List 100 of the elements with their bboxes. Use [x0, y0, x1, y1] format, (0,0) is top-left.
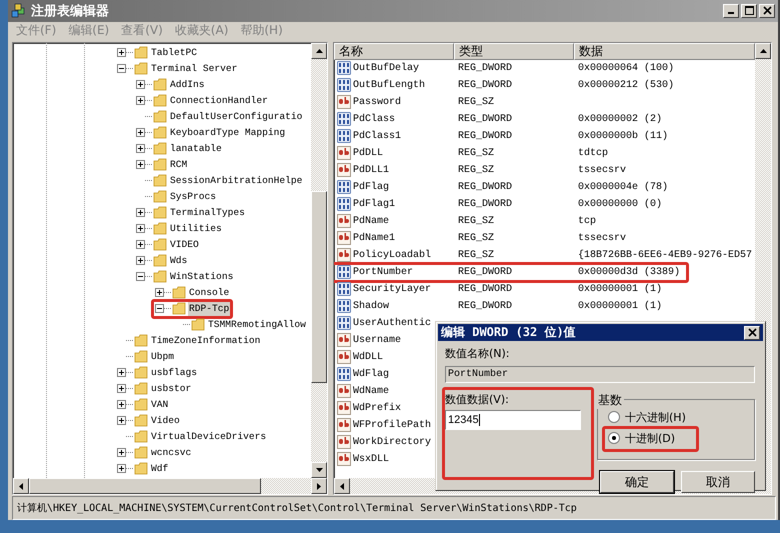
- tree-item[interactable]: SessionArbitrationHelpe: [169, 174, 304, 188]
- expand-icon[interactable]: [117, 448, 126, 458]
- expand-icon[interactable]: [136, 224, 145, 234]
- value-name[interactable]: Password: [353, 96, 402, 108]
- value-data: tssecsrv: [578, 232, 626, 244]
- tree-item[interactable]: Wdf: [150, 462, 170, 476]
- expand-icon[interactable]: [117, 416, 126, 426]
- value-type: REG_SZ: [458, 250, 494, 261]
- tree-item[interactable]: Terminal Server: [150, 62, 238, 76]
- tree-item[interactable]: WinStations: [169, 270, 234, 284]
- radio-option[interactable]: 十进制(D): [608, 430, 676, 446]
- tree-item[interactable]: lanatable: [169, 142, 223, 156]
- tree-item[interactable]: ConnectionHandler: [169, 94, 269, 108]
- tree-item[interactable]: TSMMRemotingAllow: [207, 318, 307, 332]
- close-button[interactable]: [744, 326, 760, 340]
- value-name[interactable]: WdFlag: [353, 368, 390, 380]
- tree-item[interactable]: wcncsvc: [150, 446, 192, 460]
- expand-icon[interactable]: [136, 256, 145, 266]
- tree-item[interactable]: KeyboardType Mapping: [169, 126, 286, 140]
- value-name[interactable]: WsxDLL: [353, 454, 390, 465]
- value-name[interactable]: OutBufLength: [353, 80, 426, 91]
- value-name[interactable]: UserAuthentic: [353, 318, 432, 329]
- tree-item[interactable]: Console: [188, 286, 230, 300]
- value-name[interactable]: Shadow: [353, 300, 390, 312]
- expand-icon[interactable]: [117, 464, 126, 474]
- value-name[interactable]: WdPrefix: [353, 402, 402, 414]
- scroll-thumb[interactable]: [29, 478, 261, 494]
- horizontal-scrollbar[interactable]: [13, 478, 327, 494]
- dialog-button[interactable]: 取消: [681, 471, 755, 493]
- tree-item[interactable]: VirtualDeviceDrivers: [150, 430, 268, 444]
- tree-item[interactable]: Utilities: [169, 222, 223, 236]
- maximize-button[interactable]: [741, 4, 757, 18]
- value-data: 0x00000001 (1): [578, 300, 662, 312]
- close-button[interactable]: [759, 4, 775, 18]
- value-name[interactable]: PolicyLoadabl: [353, 250, 432, 261]
- value-name[interactable]: SecurityLayer: [353, 284, 432, 295]
- column-header[interactable]: 数据: [574, 42, 755, 60]
- expand-icon[interactable]: [117, 384, 126, 394]
- value-name[interactable]: PortNumber: [353, 266, 414, 278]
- close-icon: [762, 6, 772, 16]
- value-name[interactable]: PdDLL1: [353, 164, 390, 176]
- binary-value-icon: [337, 129, 351, 144]
- value-name[interactable]: OutBufDelay: [353, 62, 420, 74]
- vertical-scrollbar[interactable]: [311, 42, 327, 478]
- tree-item[interactable]: VAN: [150, 398, 170, 412]
- tree-item[interactable]: usbstor: [150, 382, 192, 396]
- value-name[interactable]: PdName1: [353, 232, 396, 244]
- collapse-icon[interactable]: [155, 304, 164, 314]
- value-name[interactable]: PdName: [353, 216, 390, 227]
- value-name[interactable]: PdFlag1: [353, 198, 396, 210]
- tree-item[interactable]: RDP-Tcp: [188, 302, 230, 316]
- collapse-icon[interactable]: [117, 64, 126, 74]
- tree-item[interactable]: TerminalTypes: [169, 206, 246, 220]
- expand-icon[interactable]: [136, 240, 145, 250]
- scroll-thumb[interactable]: [311, 190, 327, 383]
- column-header[interactable]: 类型: [454, 42, 574, 60]
- value-name[interactable]: PdDLL: [353, 148, 384, 159]
- right-arrow-icon: [317, 482, 321, 490]
- tree-item[interactable]: Video: [150, 414, 181, 428]
- expand-icon[interactable]: [155, 288, 164, 298]
- tree-item[interactable]: AddIns: [169, 78, 206, 92]
- expand-icon[interactable]: [136, 80, 145, 90]
- tree-item[interactable]: usbflags: [150, 366, 198, 380]
- tree-item[interactable]: VIDEO: [169, 238, 200, 252]
- value-type: REG_DWORD: [458, 62, 512, 74]
- string-value-icon: [337, 384, 351, 398]
- expand-icon[interactable]: [117, 48, 126, 58]
- value-name-field[interactable]: PortNumber: [445, 366, 755, 383]
- left-arrow-icon: [340, 482, 344, 490]
- expand-icon[interactable]: [136, 128, 145, 138]
- tree-item[interactable]: RCM: [169, 158, 188, 172]
- expand-icon[interactable]: [136, 144, 145, 154]
- value-name[interactable]: Username: [353, 334, 402, 346]
- expand-icon[interactable]: [117, 400, 126, 410]
- expand-icon[interactable]: [136, 96, 145, 106]
- dialog-button[interactable]: 确定: [600, 471, 674, 493]
- expand-icon[interactable]: [136, 208, 145, 218]
- collapse-icon[interactable]: [136, 272, 145, 282]
- value-name[interactable]: WdName: [353, 386, 390, 397]
- value-name[interactable]: PdClass: [353, 114, 396, 125]
- tree-item[interactable]: Wds: [169, 254, 188, 268]
- column-header[interactable]: 名称: [334, 42, 454, 60]
- expand-icon[interactable]: [136, 160, 145, 170]
- minimize-button[interactable]: [723, 4, 739, 18]
- folder-icon: [134, 398, 148, 412]
- tree-item[interactable]: SysProcs: [169, 190, 218, 204]
- value-type: REG_DWORD: [458, 80, 512, 91]
- value-name[interactable]: PdFlag: [353, 182, 390, 193]
- dialog-title: 编辑 DWORD (32 位)值: [441, 324, 577, 341]
- tree-item[interactable]: TabletPC: [150, 46, 198, 60]
- radio-option[interactable]: 十六进制(H): [608, 409, 686, 425]
- value-name[interactable]: WdDLL: [353, 352, 384, 363]
- expand-icon[interactable]: [117, 368, 126, 378]
- tree-item[interactable]: TimeZoneInformation: [150, 334, 262, 348]
- value-name[interactable]: PdClass1: [353, 130, 402, 142]
- value-data-field[interactable]: 12345: [445, 410, 581, 430]
- tree-item[interactable]: DefaultUserConfiguratio: [169, 110, 304, 124]
- value-name[interactable]: WFProfilePath: [353, 420, 432, 431]
- tree-item[interactable]: Ubpm: [150, 350, 176, 364]
- value-name[interactable]: WorkDirectory: [353, 436, 432, 448]
